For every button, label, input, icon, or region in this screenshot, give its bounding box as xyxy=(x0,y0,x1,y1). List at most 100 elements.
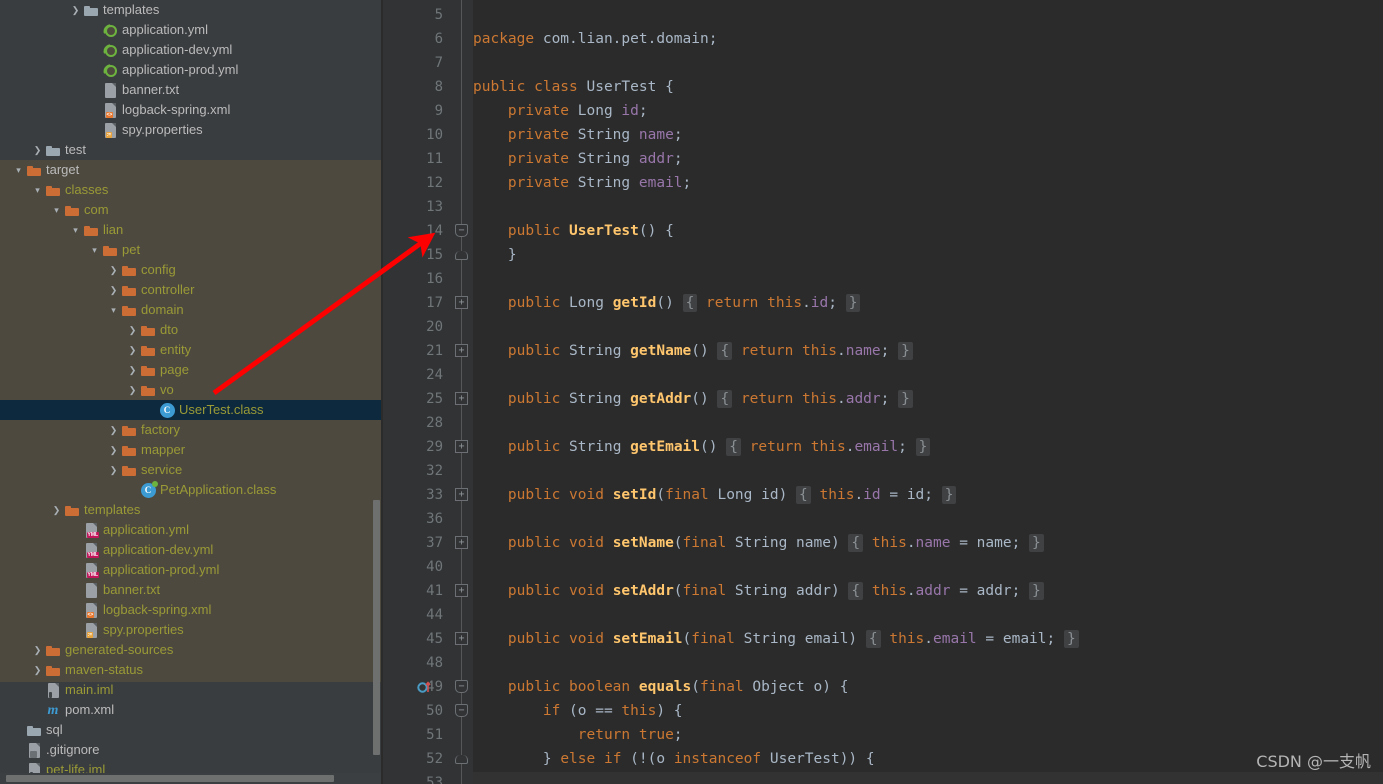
tree-item-templates[interactable]: ❯ templates xyxy=(0,500,383,520)
fold-expand-icon[interactable]: + xyxy=(455,536,468,549)
tree-item-templates[interactable]: ❯ templates xyxy=(0,0,383,20)
tree-item-petapplication-class[interactable]: C PetApplication.class xyxy=(0,480,383,500)
tree-item-dto[interactable]: ❯ dto xyxy=(0,320,383,340)
code-line[interactable]: } xyxy=(473,243,517,267)
tree-item-config[interactable]: ❯ config xyxy=(0,260,383,280)
sidebar-horizontal-scrollbar-thumb[interactable] xyxy=(6,775,334,782)
tree-item-application-yml[interactable]: application.yml xyxy=(0,20,383,40)
tree-item-banner-txt[interactable]: banner.txt xyxy=(0,80,383,100)
chevron-right-icon[interactable]: ❯ xyxy=(126,340,139,360)
chevron-right-icon[interactable]: ❯ xyxy=(107,440,120,460)
tree-item-lian[interactable]: ▾ lian xyxy=(0,220,383,240)
tree-item-com[interactable]: ▾ com xyxy=(0,200,383,220)
tree-item-classes[interactable]: ▾ classes xyxy=(0,180,383,200)
fold-expand-icon[interactable]: + xyxy=(455,440,468,453)
override-method-icon[interactable] xyxy=(417,680,431,694)
code-line[interactable]: if (o == this) { xyxy=(473,699,683,723)
fold-collapse-icon[interactable] xyxy=(455,755,468,764)
fold-expand-icon[interactable]: + xyxy=(455,584,468,597)
fold-expand-icon[interactable]: + xyxy=(455,296,468,309)
code-line[interactable]: private String email; xyxy=(473,171,691,195)
code-line[interactable]: public boolean equals(final Object o) { xyxy=(473,675,849,699)
fold-collapse-icon[interactable]: − xyxy=(455,224,468,237)
tree-item-sql[interactable]: sql xyxy=(0,720,383,740)
chevron-down-icon[interactable]: ▾ xyxy=(107,300,120,320)
code-line[interactable]: private String name; xyxy=(473,123,683,147)
editor-fold-strip[interactable]: − + + + + + + + + − − xyxy=(451,0,473,784)
chevron-right-icon[interactable]: ❯ xyxy=(126,380,139,400)
tree-item-pet[interactable]: ▾ pet xyxy=(0,240,383,260)
fold-expand-icon[interactable]: + xyxy=(455,392,468,405)
tree-item-target[interactable]: ▾ target xyxy=(0,160,383,180)
fold-expand-icon[interactable]: + xyxy=(455,488,468,501)
tree-item-test[interactable]: ❯ test xyxy=(0,140,383,160)
project-tree-panel[interactable]: ❯ templates application.yml application-dev… xyxy=(0,0,383,784)
tree-item-page[interactable]: ❯ page xyxy=(0,360,383,380)
fold-collapse-icon[interactable] xyxy=(455,251,468,260)
code-editor[interactable]: 5 6 7 8 9 10 11 12 13 14 15 16 17 20 21 24 25 28 29 32 33 36 3… xyxy=(383,0,1383,784)
tree-item-domain[interactable]: ▾ domain xyxy=(0,300,383,320)
sidebar-vertical-scrollbar-thumb[interactable] xyxy=(373,500,380,755)
code-line[interactable]: public void setAddr(final String addr) {… xyxy=(473,579,1044,603)
editor-gutter[interactable]: 5 6 7 8 9 10 11 12 13 14 15 16 17 20 21 24 25 28 29 32 33 36 3… xyxy=(383,0,451,784)
tree-item-logback-spring-xml[interactable]: <> logback-spring.xml xyxy=(0,100,383,120)
tree-item-main-iml[interactable]: main.iml xyxy=(0,680,383,700)
chevron-right-icon[interactable]: ❯ xyxy=(107,460,120,480)
chevron-down-icon[interactable]: ▾ xyxy=(88,240,101,260)
code-line[interactable]: public String getName() { return this.na… xyxy=(473,339,913,363)
chevron-right-icon[interactable]: ❯ xyxy=(126,320,139,340)
tree-item-application-prod-yml[interactable]: application-prod.yml xyxy=(0,60,383,80)
tree-item-gitignore[interactable]: .gitignore xyxy=(0,740,383,760)
chevron-down-icon[interactable]: ▾ xyxy=(69,220,82,240)
fold-collapse-icon[interactable]: − xyxy=(455,704,468,717)
chevron-right-icon[interactable]: ❯ xyxy=(31,640,44,660)
code-line[interactable]: private Long id; xyxy=(473,99,648,123)
chevron-right-icon[interactable]: ❯ xyxy=(50,500,63,520)
code-line[interactable]: return true; xyxy=(473,723,683,747)
tree-item-application-prod-yml[interactable]: YML application-prod.yml xyxy=(0,560,383,580)
chevron-right-icon[interactable]: ❯ xyxy=(31,660,44,680)
tree-item-factory[interactable]: ❯ factory xyxy=(0,420,383,440)
code-line[interactable]: public void setId(final Long id) { this.… xyxy=(473,483,957,507)
tree-item-controller[interactable]: ❯ controller xyxy=(0,280,383,300)
chevron-right-icon[interactable]: ❯ xyxy=(69,0,82,20)
tree-item-vo[interactable]: ❯ vo xyxy=(0,380,383,400)
fold-collapse-icon[interactable]: − xyxy=(455,680,468,693)
tree-item-generated-sources[interactable]: ❯ generated-sources xyxy=(0,640,383,660)
chevron-down-icon[interactable]: ▾ xyxy=(31,180,44,200)
tree-item-spy-properties[interactable]: := spy.properties xyxy=(0,120,383,140)
chevron-right-icon[interactable]: ❯ xyxy=(107,280,120,300)
tree-item-service[interactable]: ❯ service xyxy=(0,460,383,480)
chevron-right-icon[interactable]: ❯ xyxy=(126,360,139,380)
tree-item-application-dev-yml[interactable]: YML application-dev.yml xyxy=(0,540,383,560)
code-line[interactable]: public void setEmail(final String email)… xyxy=(473,627,1079,651)
code-line[interactable]: private String addr; xyxy=(473,147,683,171)
code-line[interactable]: public String getEmail() { return this.e… xyxy=(473,435,931,459)
tree-item-usertest-class[interactable]: C UserTest.class xyxy=(0,400,383,420)
fold-expand-icon[interactable]: + xyxy=(455,344,468,357)
code-line[interactable]: } else if (!(o instanceof UserTest)) { xyxy=(473,747,875,771)
tree-item-application-dev-yml[interactable]: application-dev.yml xyxy=(0,40,383,60)
code-content[interactable]: package com.lian.pet.domain; public class… xyxy=(473,0,1383,784)
tree-item-pom-xml[interactable]: m pom.xml xyxy=(0,700,383,720)
chevron-down-icon[interactable]: ▾ xyxy=(50,200,63,220)
tree-item-banner-txt[interactable]: banner.txt xyxy=(0,580,383,600)
code-line[interactable]: package com.lian.pet.domain; xyxy=(473,27,717,51)
chevron-right-icon[interactable]: ❯ xyxy=(107,260,120,280)
code-line[interactable]: public void setName(final String name) {… xyxy=(473,531,1044,555)
fold-expand-icon[interactable]: + xyxy=(455,632,468,645)
tree-item-mapper[interactable]: ❯ mapper xyxy=(0,440,383,460)
code-line[interactable]: public class UserTest { xyxy=(473,75,674,99)
tree-item-application-yml[interactable]: YML application.yml xyxy=(0,520,383,540)
tree-item-maven-status[interactable]: ❯ maven-status xyxy=(0,660,383,680)
code-line[interactable]: public UserTest() { xyxy=(473,219,674,243)
tree-item-entity[interactable]: ❯ entity xyxy=(0,340,383,360)
tree-item-logback-spring-xml[interactable]: <> logback-spring.xml xyxy=(0,600,383,620)
chevron-right-icon[interactable]: ❯ xyxy=(31,140,44,160)
chevron-down-icon[interactable]: ▾ xyxy=(12,160,25,180)
tree-item-spy-properties[interactable]: := spy.properties xyxy=(0,620,383,640)
code-line[interactable]: public String getAddr() { return this.ad… xyxy=(473,387,913,411)
chevron-right-icon[interactable]: ❯ xyxy=(107,420,120,440)
sidebar-horizontal-scrollbar[interactable] xyxy=(0,773,383,784)
code-line[interactable]: public Long getId() { return this.id; } xyxy=(473,291,861,315)
